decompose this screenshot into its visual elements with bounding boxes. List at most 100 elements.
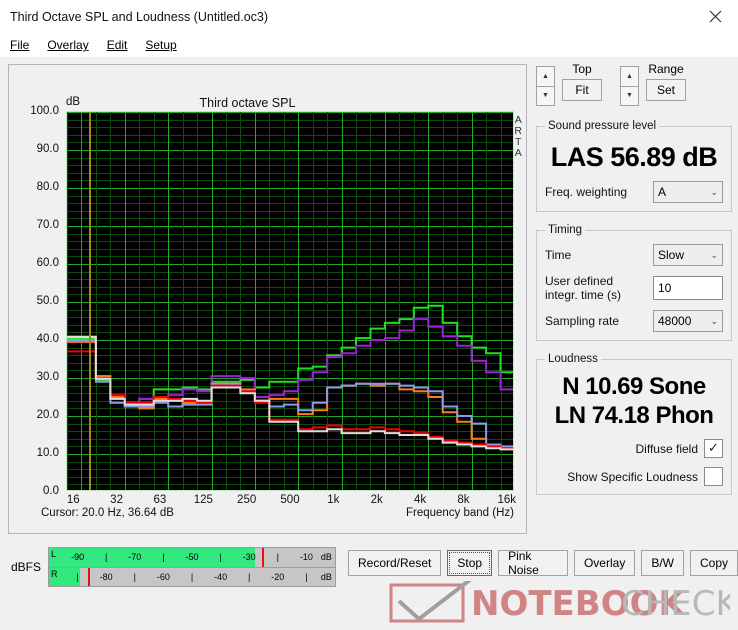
y-tick-label: 40.0 (36, 333, 59, 345)
x-tick-label: 500 (280, 494, 300, 506)
button-pink-noise[interactable]: Pink Noise (498, 549, 568, 577)
top-fit-button[interactable]: Fit (562, 79, 602, 101)
meter-right-channel: R -80 -60 -40 -20 | | | | | dB (49, 567, 335, 586)
range-label: Range (648, 62, 684, 76)
range-set-button[interactable]: Set (646, 79, 686, 101)
diffuse-field-label: Diffuse field (635, 441, 698, 456)
x-tick-label: 63 (153, 494, 167, 506)
top-spin-up-icon[interactable]: ▲ (536, 66, 555, 86)
meter-divider: | (105, 552, 108, 562)
diffuse-field-row: Diffuse field ✓ (545, 439, 723, 458)
freq-weighting-row: Freq. weighting A ⌄ (545, 181, 723, 203)
range-spin-up-icon[interactable]: ▲ (620, 66, 639, 86)
specific-loudness-row: Show Specific Loudness (545, 467, 723, 486)
sampling-rate-select[interactable]: 48000 ⌄ (653, 310, 723, 332)
button-stop[interactable]: Stop (447, 550, 493, 576)
chevron-down-icon: ⌄ (710, 315, 718, 326)
x-tick-label: 1k (327, 494, 340, 506)
top-spinner[interactable]: ▲ ▼ (536, 66, 555, 106)
arta-watermark: ARTA (514, 114, 522, 159)
menu-bar: File Overlay Edit Setup (0, 33, 738, 57)
x-axis-title: Frequency band (Hz) (405, 507, 514, 519)
meter-tick: -50 (185, 552, 199, 562)
chevron-down-icon: ⌄ (710, 249, 718, 260)
menu-file[interactable]: File (10, 38, 29, 52)
scale-controls: ▲ ▼ Top Fit ▲ ▼ Range Set (536, 62, 732, 106)
window-title: Third Octave SPL and Loudness (Untitled.… (10, 9, 269, 24)
menu-setup[interactable]: Setup (145, 38, 176, 52)
top-control-group: ▲ ▼ Top Fit (536, 62, 602, 106)
meter-tick: -10 (299, 552, 313, 562)
x-tick-label: 16k (497, 494, 517, 506)
meter-divider: | (219, 552, 222, 562)
diffuse-field-checkbox[interactable]: ✓ (704, 439, 723, 458)
spl-value: LAS 56.89 dB (550, 142, 718, 172)
spl-legend: Sound pressure level (548, 120, 657, 132)
meter-divider: | (276, 552, 279, 562)
spl-plot[interactable] (66, 111, 514, 491)
integration-time-label: User defined integr. time (s) (545, 274, 622, 302)
range-spin-down-icon[interactable]: ▼ (620, 85, 639, 106)
series-blue (67, 339, 513, 448)
specific-loudness-checkbox[interactable] (704, 467, 723, 486)
time-row: Time Slow ⌄ (545, 244, 723, 266)
loudness-phon-value: LN 74.18 Phon (554, 402, 714, 429)
meter-divider: | (162, 552, 165, 562)
x-tick-label: 16 (66, 494, 80, 506)
specific-loudness-label: Show Specific Loudness (567, 469, 698, 484)
freq-weighting-select[interactable]: A ⌄ (653, 181, 723, 203)
cursor-line (89, 112, 91, 490)
meter-unit: dB (320, 552, 332, 562)
graph-panel: dB Third octave SPL ARTA 0.0 10.0 20.0 30.0… (8, 64, 527, 534)
main-area: dB Third octave SPL ARTA 0.0 10.0 20.0 30.0… (0, 57, 738, 624)
range-control-group: ▲ ▼ Range Set (620, 62, 686, 106)
button-record-reset[interactable]: Record/Reset (348, 550, 442, 576)
right-panel: ▲ ▼ Top Fit ▲ ▼ Range Set Sound pressure… (536, 62, 732, 495)
chevron-down-icon: ⌄ (710, 186, 718, 197)
dbfs-label: dBFS (11, 560, 42, 574)
range-spinner[interactable]: ▲ ▼ (620, 66, 639, 106)
sampling-rate-value: 48000 (658, 314, 692, 328)
meter-tick: -80 (99, 572, 113, 582)
x-tick-label: 8k (457, 494, 470, 506)
button-b-w[interactable]: B/W (641, 550, 684, 576)
x-tick-label: 125 (193, 494, 213, 506)
top-label: Top (572, 62, 592, 76)
y-tick-label: 10.0 (36, 447, 59, 459)
y-tick-label: 80.0 (36, 181, 59, 193)
x-tick-label: 32 (110, 494, 123, 506)
series-white (67, 336, 513, 451)
meter-left-channel: L -90 -70 -50 -30 -10 | | | | dB (49, 548, 335, 567)
meter-unit: dB (320, 572, 332, 582)
top-spin-down-icon[interactable]: ▼ (536, 85, 555, 106)
integration-time-row: User defined integr. time (s) 10 (545, 274, 723, 302)
bottom-toolbar: dBFS L -90 -70 -50 -30 -10 | | | | dB R -80 -60 -40 -2… (0, 539, 738, 597)
timing-group: Timing Time Slow ⌄ User defined integr. … (536, 224, 732, 341)
freq-weighting-value: A (658, 185, 667, 199)
series-purple (67, 318, 513, 408)
meter-divider: | (133, 572, 136, 582)
close-icon[interactable] (692, 0, 738, 33)
integration-time-input[interactable]: 10 (653, 276, 723, 300)
menu-overlay[interactable]: Overlay (47, 38, 88, 52)
transport-buttons: Record/Reset Stop Pink Noise Overlay B/W Copy (348, 549, 738, 577)
spl-curves (67, 304, 513, 451)
button-overlay[interactable]: Overlay (573, 550, 636, 576)
loudness-sone-value: N 10.69 Sone (562, 373, 706, 400)
x-tick-label: 2k (370, 494, 383, 506)
cursor-readout: Cursor: 20.0 Hz, 36.64 dB (41, 507, 174, 519)
sampling-rate-row: Sampling rate 48000 ⌄ (545, 310, 723, 332)
meter-divider: | (190, 572, 194, 582)
time-label: Time (545, 248, 572, 262)
input-level-meter: L -90 -70 -50 -30 -10 | | | | dB R -80 -60 -40 -20 | | | |… (48, 547, 336, 587)
meter-tick: -30 (242, 552, 256, 562)
x-tick-label: 250 (237, 494, 257, 506)
series-green (67, 304, 513, 404)
menu-edit[interactable]: Edit (107, 38, 128, 52)
button-copy[interactable]: Copy (689, 550, 738, 576)
title-bar: Third Octave SPL and Loudness (Untitled.… (0, 0, 738, 33)
meter-tick: -60 (156, 572, 170, 582)
time-select[interactable]: Slow ⌄ (653, 244, 723, 266)
meter-tick: -40 (214, 572, 228, 582)
y-tick-label: 20.0 (36, 409, 59, 421)
